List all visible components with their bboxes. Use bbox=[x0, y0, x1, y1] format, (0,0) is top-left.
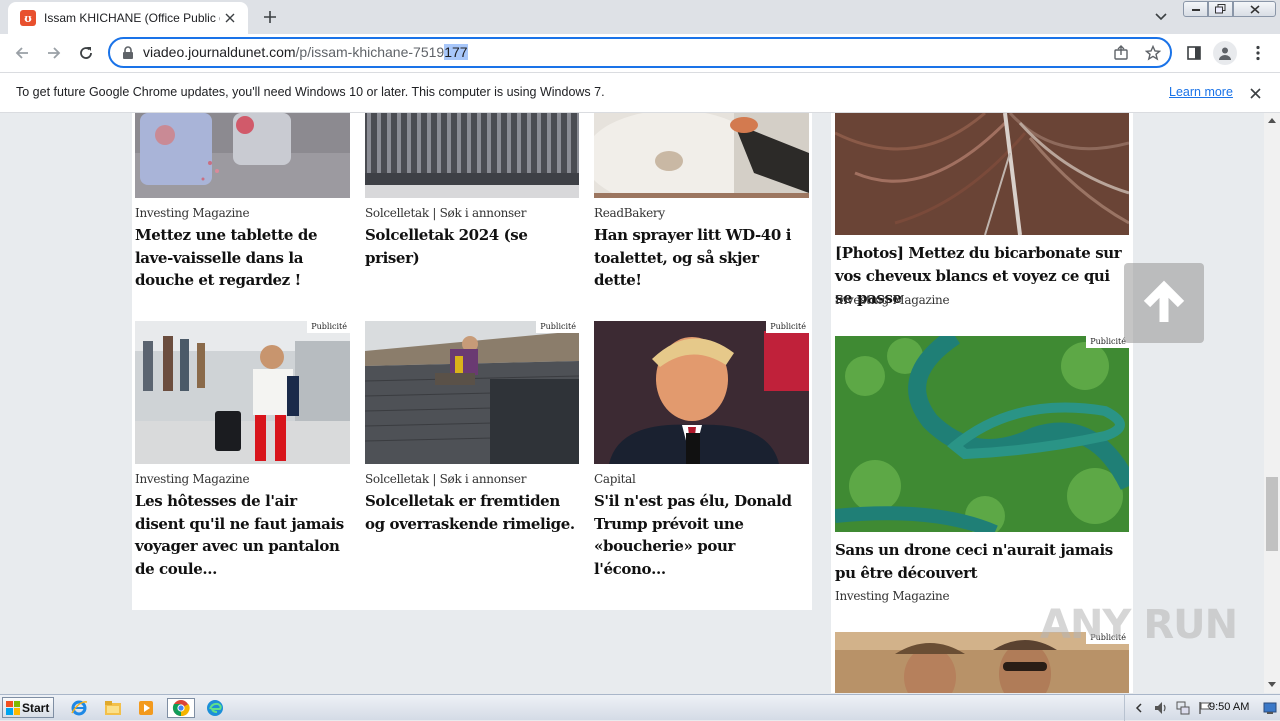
ad-badge: Publicité bbox=[536, 321, 579, 333]
window-restore-button[interactable] bbox=[1208, 1, 1233, 17]
tab-strip: ʊ Issam KHICHANE (Office Public de Touri… bbox=[0, 0, 1280, 34]
browser-toolbar: viadeo.journaldunet.com/p/issam-khichane… bbox=[0, 34, 1280, 72]
volume-icon[interactable] bbox=[1153, 700, 1169, 716]
scroll-to-top-button[interactable] bbox=[1124, 263, 1204, 343]
start-label: Start bbox=[22, 700, 50, 715]
tray-expand-icon[interactable] bbox=[1131, 700, 1147, 716]
tab-search-chevron-icon[interactable] bbox=[1150, 6, 1172, 28]
address-bar[interactable]: viadeo.journaldunet.com/p/issam-khichane… bbox=[108, 37, 1172, 68]
url-selected-text: 177 bbox=[444, 44, 468, 60]
show-desktop-icon[interactable] bbox=[1262, 700, 1278, 716]
network-icon[interactable] bbox=[1175, 700, 1191, 716]
ad-headline[interactable]: S'il n'est pas élu, Donald Trump prévoit… bbox=[594, 490, 809, 580]
system-tray bbox=[1124, 695, 1280, 721]
start-button[interactable]: Start bbox=[2, 697, 54, 718]
ad-card[interactable]: Publicité Sans un drone ceci n'aurait ja… bbox=[835, 336, 1129, 611]
chrome-menu-icon[interactable] bbox=[1246, 41, 1270, 65]
share-icon[interactable] bbox=[1112, 44, 1130, 62]
scroll-up-arrow-icon[interactable] bbox=[1267, 115, 1277, 125]
scrollbar-thumb[interactable] bbox=[1266, 477, 1278, 551]
ad-source: Investing Magazine bbox=[135, 206, 250, 220]
ad-source: Investing Magazine bbox=[835, 293, 950, 307]
ad-card[interactable]: Publicité Solcelletak | Søk i annonser S… bbox=[365, 321, 580, 571]
forward-arrow-icon[interactable] bbox=[42, 41, 66, 65]
ad-source: Solcelletak | Søk i annonser bbox=[365, 472, 527, 486]
update-infobar: To get future Google Chrome updates, you… bbox=[0, 72, 1280, 113]
ad-image-dishwasher-tablet[interactable] bbox=[135, 113, 350, 198]
vertical-scrollbar[interactable] bbox=[1264, 113, 1280, 693]
ad-headline[interactable]: Han sprayer litt WD-40 i toalettet, og s… bbox=[594, 224, 809, 292]
ad-headline[interactable]: Mettez une tablette de lave-vaisselle da… bbox=[135, 224, 350, 292]
ad-source: Investing Magazine bbox=[835, 589, 950, 603]
url-text[interactable]: viadeo.journaldunet.com/p/issam-khichane… bbox=[143, 44, 468, 60]
ad-card[interactable]: Solcelletak | Søk i annonser Solcelletak… bbox=[365, 113, 580, 303]
ad-headline[interactable]: Solcelletak 2024 (se priser) bbox=[365, 224, 580, 269]
ad-source: Capital bbox=[594, 472, 636, 486]
back-arrow-icon[interactable] bbox=[10, 41, 34, 65]
reload-icon[interactable] bbox=[74, 41, 98, 65]
window-close-button[interactable] bbox=[1233, 1, 1276, 17]
infobar-message: To get future Google Chrome updates, you… bbox=[16, 85, 605, 99]
infobar-close-icon[interactable] bbox=[1247, 85, 1263, 101]
url-path: /p/issam-khichane-7519 bbox=[295, 44, 445, 60]
ad-headline[interactable]: Solcelletak er fremtiden og overraskende… bbox=[365, 490, 580, 535]
windows-logo-icon bbox=[6, 700, 20, 715]
ad-headline[interactable]: Sans un drone ceci n'aurait jamais pu êt… bbox=[835, 539, 1129, 584]
viadeo-favicon-icon: ʊ bbox=[20, 10, 36, 26]
ad-card[interactable]: [Photos] Mettez du bicarbonate sur vos c… bbox=[835, 113, 1129, 313]
chrome-taskbar-icon[interactable] bbox=[167, 698, 195, 718]
anyrun-watermark: ANY RUN bbox=[1040, 602, 1238, 648]
ad-image-flight-attendant[interactable]: Publicité bbox=[135, 321, 350, 464]
edge-icon[interactable] bbox=[203, 698, 227, 718]
lock-icon[interactable] bbox=[122, 45, 134, 64]
sponsored-grid: Investing Magazine Mettez une tablette d… bbox=[132, 113, 812, 610]
profile-avatar-icon[interactable] bbox=[1213, 41, 1237, 65]
ad-source: Solcelletak | Søk i annonser bbox=[365, 206, 527, 220]
ad-image-grey-hair[interactable] bbox=[835, 113, 1129, 235]
internet-explorer-icon[interactable] bbox=[67, 698, 91, 718]
ad-headline[interactable]: Les hôtesses de l'air disent qu'il ne fa… bbox=[135, 490, 350, 580]
ad-badge: Publicité bbox=[766, 321, 809, 333]
windows-taskbar: Start 9:50 AM bbox=[0, 694, 1280, 721]
side-panel-icon[interactable] bbox=[1182, 41, 1206, 65]
new-tab-button[interactable] bbox=[258, 5, 282, 29]
learn-more-link[interactable]: Learn more bbox=[1169, 85, 1233, 99]
ad-image-donald-trump[interactable]: Publicité bbox=[594, 321, 809, 464]
tab-close-icon[interactable] bbox=[222, 10, 238, 26]
browser-tab[interactable]: ʊ Issam KHICHANE (Office Public de Touri… bbox=[8, 2, 248, 34]
url-host: viadeo.journaldunet.com bbox=[143, 44, 296, 60]
ad-card[interactable]: Investing Magazine Mettez une tablette d… bbox=[135, 113, 350, 303]
ad-card[interactable]: Publicité Capital S'il n'est pas élu, Do… bbox=[594, 321, 809, 578]
arrow-up-icon bbox=[1143, 280, 1185, 322]
taskbar-clock: 9:50 AM bbox=[1209, 701, 1250, 713]
ad-badge: Publicité bbox=[307, 321, 350, 333]
bookmark-star-icon[interactable] bbox=[1144, 44, 1162, 62]
ad-source: ReadBakery bbox=[594, 206, 665, 220]
tab-title: Issam KHICHANE (Office Public de Tourism… bbox=[44, 11, 220, 25]
ad-image-corrugated-roof[interactable] bbox=[365, 113, 579, 198]
media-player-icon[interactable] bbox=[134, 698, 158, 718]
ad-card[interactable]: ReadBakery Han sprayer litt WD-40 i toal… bbox=[594, 113, 809, 303]
file-explorer-icon[interactable] bbox=[101, 698, 125, 718]
ad-card[interactable]: Publicité Investing Magazine Les hôtesse… bbox=[135, 321, 350, 578]
ad-source: Investing Magazine bbox=[135, 472, 250, 486]
ad-image-toilet-spray[interactable] bbox=[594, 113, 809, 198]
ad-badge: Publicité bbox=[1086, 336, 1129, 348]
scroll-down-arrow-icon[interactable] bbox=[1267, 679, 1277, 689]
ad-image-jungle-river[interactable]: Publicité bbox=[835, 336, 1129, 532]
ad-image-roof-worker[interactable]: Publicité bbox=[365, 321, 579, 464]
window-minimize-button[interactable] bbox=[1183, 1, 1208, 17]
